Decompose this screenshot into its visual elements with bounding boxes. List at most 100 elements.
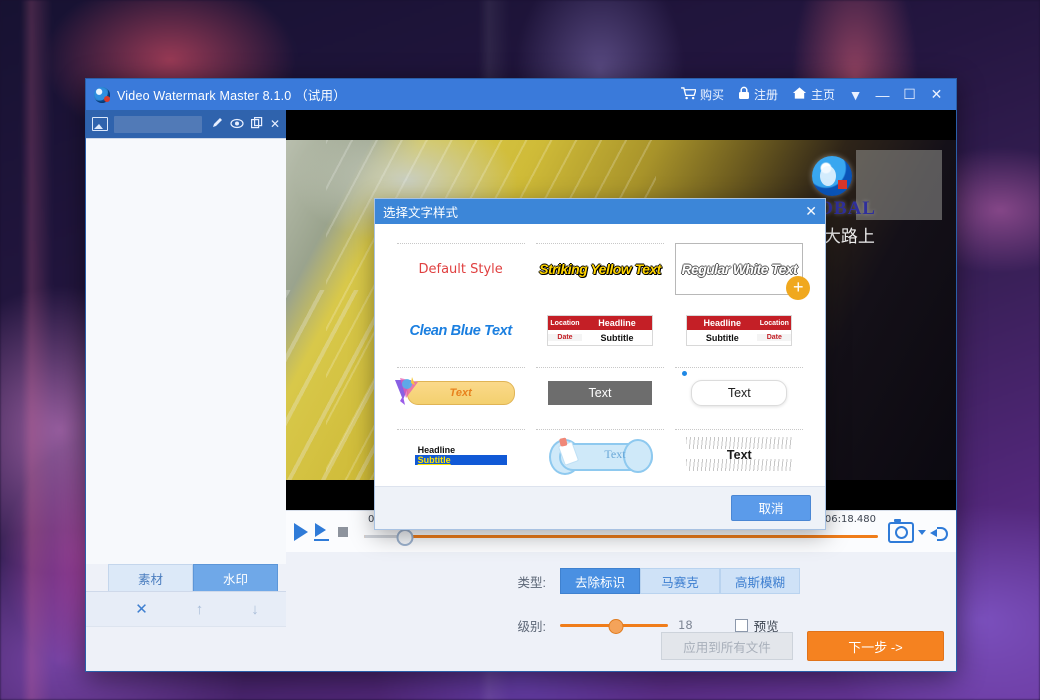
news-card-row-bottom: Date Subtitle <box>547 330 652 346</box>
style-option-regular-white-text[interactable]: Regular White Text + <box>675 242 811 300</box>
style-option-clean-blue-text[interactable]: Clean Blue Text <box>397 305 525 357</box>
stop-icon <box>338 527 348 537</box>
buy-button[interactable]: 购买 <box>674 79 731 110</box>
style-option-sketch-text[interactable]: Text <box>675 428 804 481</box>
sidebar-tab-watermark[interactable]: 水印 <box>193 564 278 591</box>
type-button-mosaic[interactable]: 马赛克 <box>640 568 720 594</box>
headline-text: Headline <box>414 445 507 456</box>
type-button-gaussian-blur[interactable]: 高斯模糊 <box>720 568 800 594</box>
style-option-news-card-left[interactable]: Location Headline Date Subtitle <box>536 305 664 357</box>
sidebar-tabs: 素材 水印 <box>86 564 286 591</box>
watermark-name-field[interactable] <box>114 115 202 133</box>
homepage-button[interactable]: 主页 <box>785 79 842 110</box>
remove-item-button[interactable]: ✕ <box>135 602 148 617</box>
eye-icon[interactable] <box>230 118 244 131</box>
style-option-blue-cloud-text[interactable]: Text <box>535 428 664 481</box>
play-button[interactable] <box>294 523 308 541</box>
card-headline: Headline <box>598 318 636 329</box>
bottom-action-bar: 应用到所有文件 下一步 -> <box>286 621 956 671</box>
type-button-remove-logo[interactable]: 去除标识 <box>560 568 640 594</box>
minimize-button[interactable]: — <box>869 79 896 110</box>
next-step-button[interactable]: 下一步 -> <box>807 631 944 661</box>
card-date: Date <box>547 334 582 342</box>
style-label: Regular White Text <box>681 260 798 277</box>
stop-button[interactable] <box>338 527 348 537</box>
style-option-white-rounded-text[interactable]: Text <box>675 366 804 419</box>
timeline-scrubber-handle[interactable] <box>396 529 414 546</box>
subtitle-text: Subtitle <box>414 455 507 466</box>
style-option-gray-box-text[interactable]: Text <box>535 366 664 419</box>
yellow-pill-preview: Text <box>394 377 515 406</box>
move-down-button[interactable]: ↓ <box>251 602 259 617</box>
close-button[interactable]: ✕ <box>923 79 950 110</box>
style-option-striking-yellow-text[interactable]: Striking Yellow Text <box>535 242 664 295</box>
timeline-progress-track[interactable] <box>364 535 878 538</box>
card-date: Date <box>757 334 792 342</box>
buy-label: 购买 <box>699 88 724 102</box>
maximize-button[interactable]: ☐ <box>896 79 923 110</box>
droplet-logo-icon <box>94 86 110 103</box>
style-label: Default Style <box>418 261 503 277</box>
cart-icon <box>681 86 697 103</box>
style-label: Striking Yellow Text <box>539 261 661 278</box>
home-icon <box>792 86 807 103</box>
dialog-title-bar: 选择文字样式 ✕ <box>375 199 825 224</box>
global-globe-logo-icon <box>812 156 853 196</box>
speaker-icon[interactable] <box>930 525 948 541</box>
cancel-button[interactable]: 取消 <box>731 494 811 521</box>
card-location: Location <box>759 319 789 327</box>
window-menu-button[interactable]: ▼ <box>842 79 869 110</box>
watermark-list[interactable] <box>86 138 286 564</box>
type-row: 类型: 去除标识 马赛克 高斯模糊 <box>286 566 956 596</box>
application-window: Video Watermark Master 8.1.0 （试用） 购买 注册 <box>85 78 957 672</box>
sketch-preview: Text <box>684 435 794 475</box>
duplicate-icon[interactable] <box>250 117 263 131</box>
image-icon <box>92 117 108 131</box>
apply-to-all-button[interactable]: 应用到所有文件 <box>661 632 793 660</box>
register-button[interactable]: 注册 <box>731 79 785 110</box>
style-label: Text <box>588 386 612 401</box>
card-location: Location <box>550 319 580 327</box>
homepage-label: 主页 <box>810 88 835 102</box>
timeline-right-controls <box>888 518 948 543</box>
sidebar: ✕ 素材 水印 ✕ ↑ ↓ <box>86 110 287 671</box>
card-subtitle: Subtitle <box>705 332 739 343</box>
card-headline: Headline <box>703 318 742 329</box>
play-selection-button[interactable] <box>314 523 332 541</box>
dialog-footer: 取消 <box>375 485 825 529</box>
style-option-headline-subtitle-bar[interactable]: Headline Subtitle <box>396 428 525 481</box>
news-card-left-preview: Location Headline Date Subtitle <box>546 315 653 347</box>
sidebar-tab-material[interactable]: 素材 <box>108 564 193 591</box>
camera-icon[interactable] <box>888 518 914 543</box>
dialog-title: 选择文字样式 <box>383 205 459 220</box>
white-rounded-preview: Text <box>682 371 788 407</box>
style-option-yellow-pill-text[interactable]: Text <box>394 366 525 419</box>
style-label: Text <box>604 447 626 462</box>
sidebar-header: ✕ <box>86 110 286 138</box>
news-card-row-bottom: Subtitle Date <box>687 330 792 346</box>
sidebar-footer <box>86 626 286 671</box>
move-up-button[interactable]: ↑ <box>196 602 204 617</box>
style-label: Text <box>726 448 752 463</box>
text-style-dialog: 选择文字样式 ✕ Default Style Striking Yellow T… <box>374 198 826 530</box>
type-segmented-control: 去除标识 马赛克 高斯模糊 <box>560 568 800 594</box>
style-option-news-card-right[interactable]: Headline Location Subtitle Date <box>675 305 803 357</box>
caret-down-icon[interactable] <box>918 529 926 535</box>
add-style-badge-icon[interactable]: + <box>786 275 811 300</box>
card-subtitle: Subtitle <box>600 332 634 343</box>
window-title: Video Watermark Master 8.1.0 （试用） <box>117 89 346 103</box>
register-label: 注册 <box>753 88 778 102</box>
blue-dot-icon <box>682 371 688 377</box>
sidebar-actions: ✕ ↑ ↓ <box>86 591 286 626</box>
bird-logo-icon <box>392 374 426 408</box>
news-card-row-top: Location Headline <box>547 316 652 331</box>
style-option-default-style[interactable]: Default Style <box>396 242 525 295</box>
sidebar-header-icons: ✕ <box>211 117 280 131</box>
type-label: 类型: <box>517 575 546 590</box>
play-selection-icon <box>314 523 332 541</box>
edit-pencil-icon[interactable] <box>211 117 223 131</box>
dialog-close-icon[interactable]: ✕ <box>805 203 817 220</box>
style-label: Clean Blue Text <box>409 322 513 339</box>
close-icon[interactable]: ✕ <box>270 118 280 130</box>
cloud-preview: Text <box>545 435 655 476</box>
